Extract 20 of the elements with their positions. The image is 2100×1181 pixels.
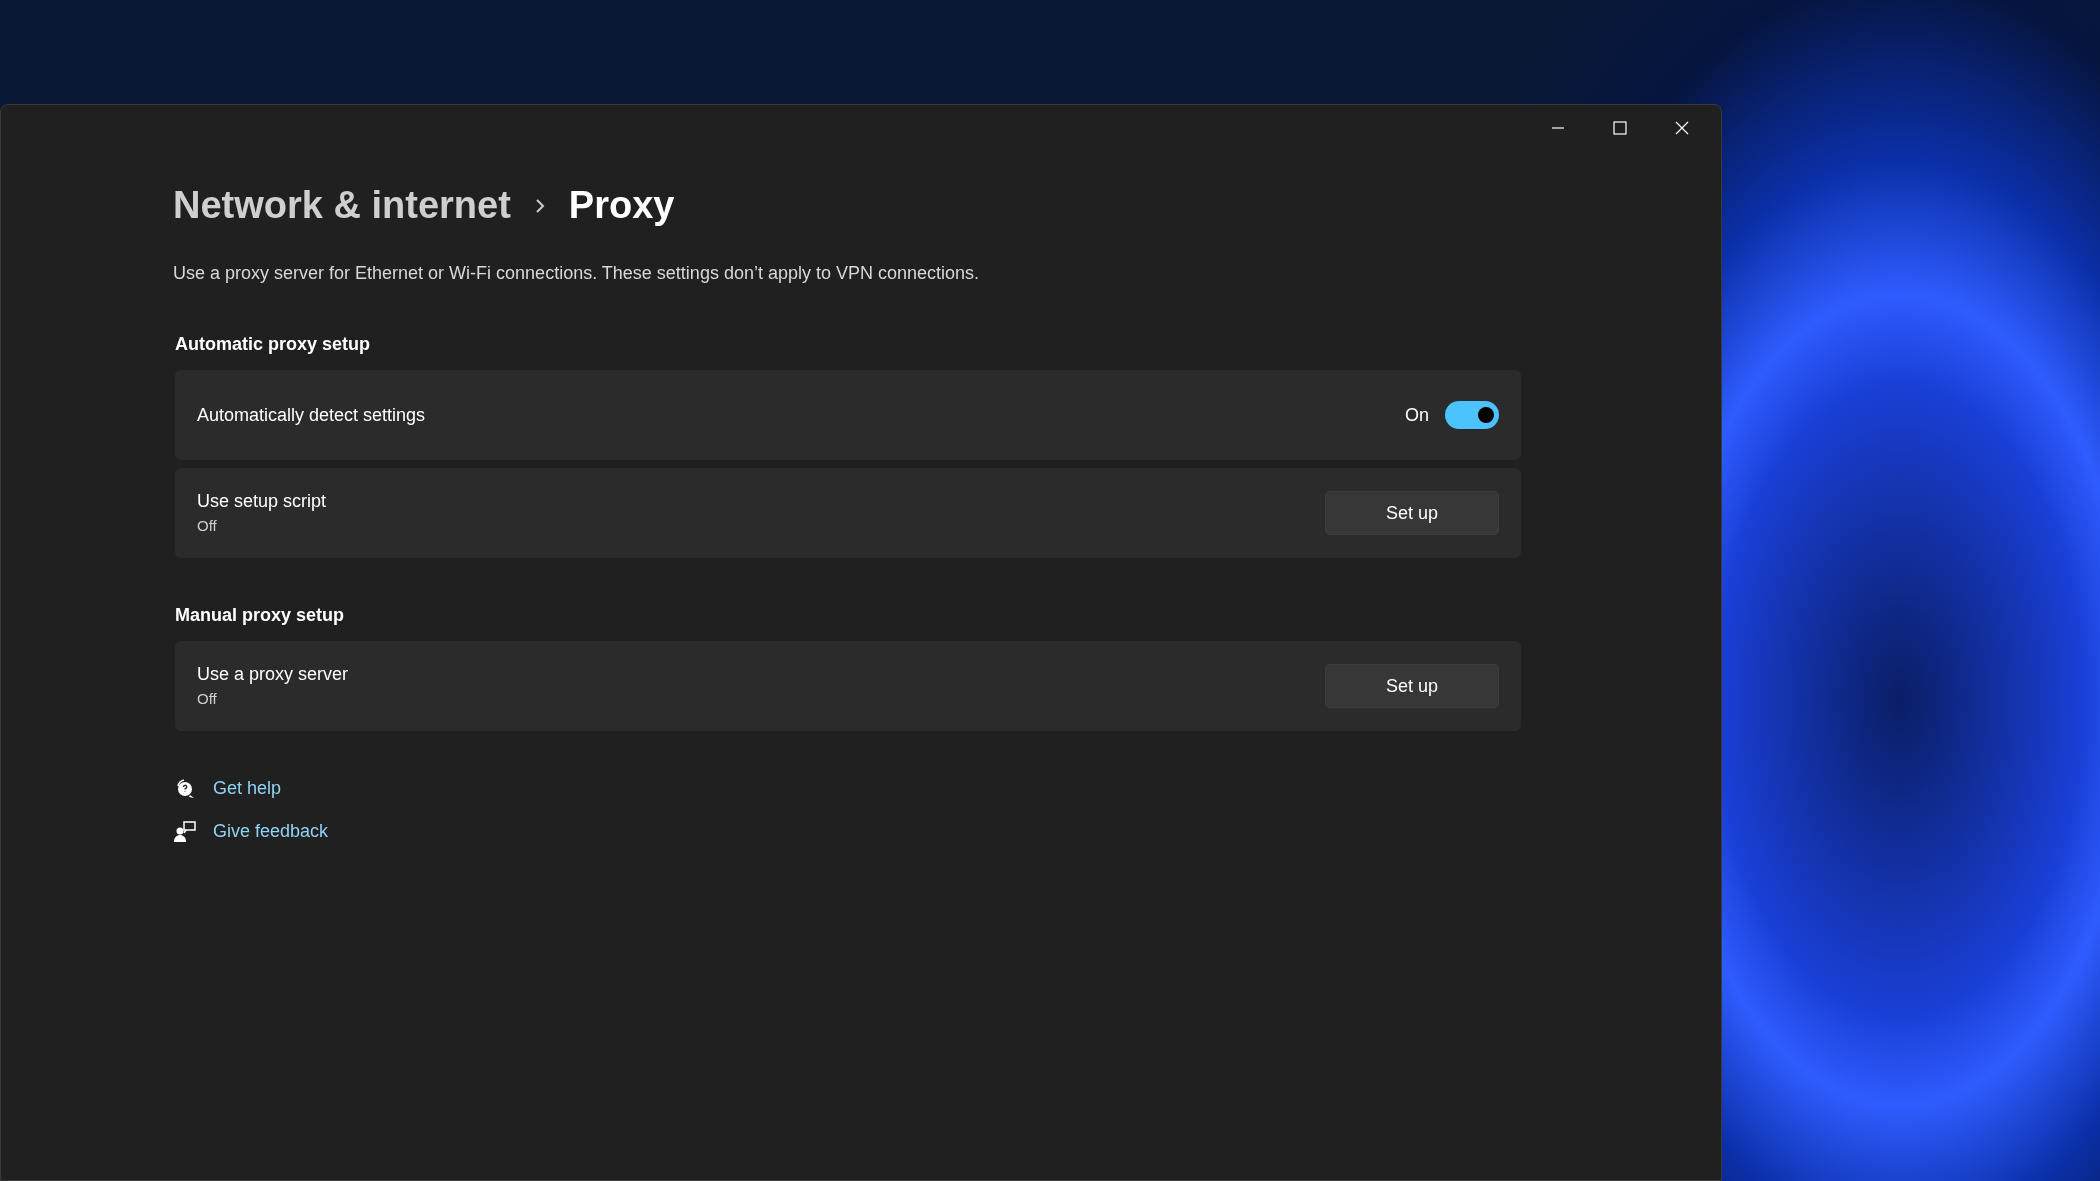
breadcrumb-link[interactable]: Network & internet [173,177,511,234]
page-title: Proxy [568,183,675,228]
feedback-link[interactable]: Give feedback [213,818,329,845]
setting-label: Use a proxy server [197,663,349,687]
maximize-icon[interactable] [1613,121,1627,135]
toggle-state-text: On [1405,403,1429,427]
section-heading: Automatic proxy setup [175,333,372,356]
section-heading: Manual proxy setup [175,604,346,627]
feedback-icon [173,819,197,844]
setting-label: Automatically detect settings [197,403,426,427]
toggle-switch[interactable] [1445,401,1499,429]
set-up-button[interactable]: Set up [1325,491,1499,535]
chevron-right-icon [534,197,545,214]
description-text: Use a proxy server for Ethernet or Wi-Fi connections. These settings don’t apply to VPN connections. [173,262,981,285]
set-up-button[interactable]: Set up [1325,664,1499,708]
setting-status: Off [197,689,218,710]
setting-status: Off [197,516,218,537]
setting-label: Use setup script [197,490,327,514]
close-icon[interactable] [1675,121,1689,135]
get-help-link[interactable]: Get help [213,775,282,802]
